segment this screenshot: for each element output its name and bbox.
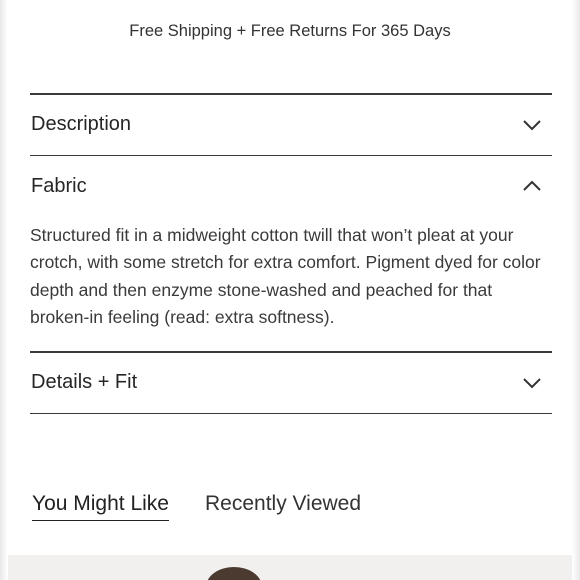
accordion-title: Description [31, 113, 132, 135]
product-accordion: Description Fabric Structured fit in a m… [30, 93, 552, 415]
tab-recently-viewed[interactable]: Recently Viewed [205, 492, 361, 521]
recommendation-tabs: You Might Like Recently Viewed [32, 492, 361, 521]
accordion-description-header[interactable]: Description [30, 95, 552, 155]
product-image[interactable] [8, 555, 572, 580]
divider [30, 412, 552, 415]
accordion-fabric-header[interactable]: Fabric [30, 156, 552, 216]
accordion-title: Details + Fit [31, 371, 138, 394]
accordion-details-fit-header[interactable]: Details + Fit [30, 353, 552, 413]
fabric-description-text: Structured fit in a midweight cotton twi… [30, 225, 541, 327]
shipping-banner: Free Shipping + Free Returns For 365 Day… [129, 22, 451, 40]
model-hair-image [206, 567, 262, 580]
left-edge-shadow [0, 0, 8, 580]
tab-you-might-like[interactable]: You Might Like [32, 492, 169, 521]
accordion-title: Fabric [31, 174, 87, 197]
chevron-up-icon[interactable] [518, 172, 546, 200]
product-details-page: Free Shipping + Free Returns For 365 Day… [0, 0, 580, 580]
right-edge-shadow [572, 0, 580, 580]
chevron-down-icon[interactable] [518, 369, 546, 397]
chevron-down-icon[interactable] [518, 111, 546, 139]
